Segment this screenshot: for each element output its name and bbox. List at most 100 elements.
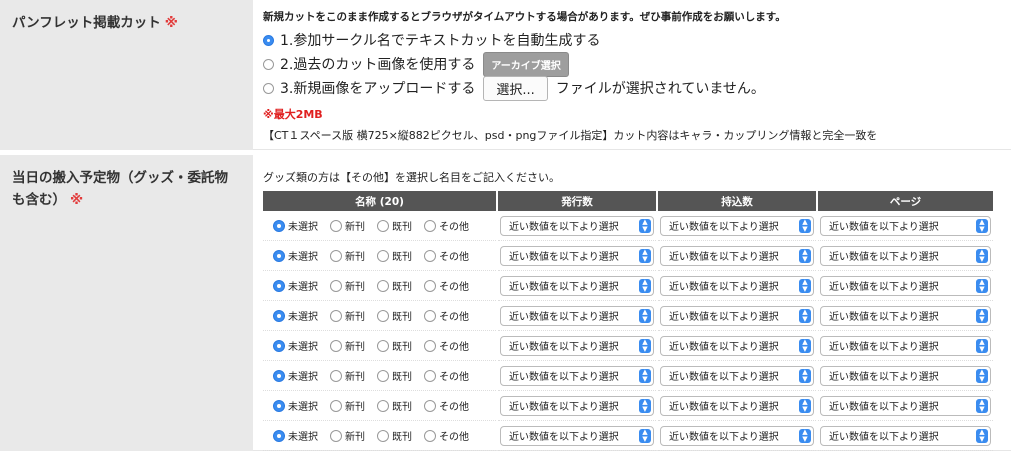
- goods-type-radio[interactable]: [330, 339, 342, 352]
- goods-type-radio[interactable]: [377, 219, 389, 232]
- goods-type-option[interactable]: 新刊: [330, 308, 365, 323]
- bring-count-select[interactable]: 近い数値を以下より選択 ▲ ▼: [660, 215, 814, 236]
- goods-type-option[interactable]: 未選択: [273, 308, 318, 323]
- goods-type-option[interactable]: 新刊: [330, 338, 365, 353]
- print-count-select[interactable]: 近い数値を以下より選択 ▲ ▼: [500, 365, 654, 386]
- archive-select-button[interactable]: アーカイブ選択: [483, 51, 569, 77]
- cut-option-1-radio[interactable]: [263, 34, 274, 46]
- cut-option-2[interactable]: 2.過去のカット画像を使用する アーカイブ選択: [263, 51, 997, 77]
- bring-count-select[interactable]: 近い数値を以下より選択 ▲ ▼: [660, 335, 814, 356]
- goods-type-option[interactable]: 未選択: [273, 248, 318, 263]
- goods-type-option[interactable]: 既刊: [377, 338, 412, 353]
- goods-type-option[interactable]: その他: [424, 338, 469, 353]
- pages-select[interactable]: 近い数値を以下より選択 ▲ ▼: [820, 395, 991, 416]
- print-count-select[interactable]: 近い数値を以下より選択 ▲ ▼: [500, 245, 654, 266]
- goods-type-option[interactable]: 既刊: [377, 248, 412, 263]
- print-count-select[interactable]: 近い数値を以下より選択 ▲ ▼: [500, 305, 654, 326]
- goods-type-radio[interactable]: [377, 309, 389, 322]
- goods-type-option[interactable]: 新刊: [330, 368, 365, 383]
- pages-select[interactable]: 近い数値を以下より選択 ▲ ▼: [820, 275, 991, 296]
- bring-count-select[interactable]: 近い数値を以下より選択 ▲ ▼: [660, 275, 814, 296]
- goods-type-radio[interactable]: [424, 369, 436, 382]
- goods-type-radio[interactable]: [424, 309, 436, 322]
- goods-type-radio[interactable]: [330, 429, 342, 442]
- goods-type-radio[interactable]: [273, 279, 285, 292]
- goods-type-option[interactable]: その他: [424, 218, 469, 233]
- file-select-button[interactable]: 選択...: [483, 75, 548, 101]
- pages-select[interactable]: 近い数値を以下より選択 ▲ ▼: [820, 305, 991, 326]
- goods-type-radio[interactable]: [273, 429, 285, 442]
- goods-type-option[interactable]: 未選択: [273, 398, 318, 413]
- goods-type-radio[interactable]: [330, 279, 342, 292]
- print-count-select[interactable]: 近い数値を以下より選択 ▲ ▼: [500, 275, 654, 296]
- bring-count-select[interactable]: 近い数値を以下より選択 ▲ ▼: [660, 305, 814, 326]
- goods-type-radio[interactable]: [330, 219, 342, 232]
- goods-type-option[interactable]: 既刊: [377, 368, 412, 383]
- goods-type-radio[interactable]: [273, 339, 285, 352]
- pages-select[interactable]: 近い数値を以下より選択 ▲ ▼: [820, 335, 991, 356]
- goods-type-option[interactable]: その他: [424, 398, 469, 413]
- goods-type-radio[interactable]: [330, 249, 342, 262]
- goods-type-option[interactable]: 未選択: [273, 278, 318, 293]
- bring-count-select[interactable]: 近い数値を以下より選択 ▲ ▼: [660, 365, 814, 386]
- cut-option-3-radio[interactable]: [263, 82, 274, 94]
- pages-select[interactable]: 近い数値を以下より選択 ▲ ▼: [820, 245, 991, 266]
- cut-option-1[interactable]: 1.参加サークル名でテキストカットを自動生成する: [263, 28, 997, 52]
- goods-type-option[interactable]: 新刊: [330, 398, 365, 413]
- select-arrows-icon: ▲ ▼: [976, 218, 988, 233]
- goods-type-option[interactable]: 未選択: [273, 218, 318, 233]
- goods-type-radio[interactable]: [377, 429, 389, 442]
- goods-type-option[interactable]: その他: [424, 278, 469, 293]
- goods-type-radio[interactable]: [424, 429, 436, 442]
- bring-count-select[interactable]: 近い数値を以下より選択 ▲ ▼: [660, 245, 814, 266]
- bring-count-select[interactable]: 近い数値を以下より選択 ▲ ▼: [660, 425, 814, 446]
- goods-type-radio[interactable]: [377, 279, 389, 292]
- goods-type-option[interactable]: その他: [424, 428, 469, 443]
- goods-type-radio[interactable]: [424, 279, 436, 292]
- goods-type-option[interactable]: 新刊: [330, 218, 365, 233]
- goods-type-radio[interactable]: [424, 339, 436, 352]
- goods-type-option[interactable]: 未選択: [273, 368, 318, 383]
- goods-type-radio[interactable]: [377, 399, 389, 412]
- pages-select[interactable]: 近い数値を以下より選択 ▲ ▼: [820, 365, 991, 386]
- goods-type-radio[interactable]: [330, 399, 342, 412]
- goods-type-radio[interactable]: [273, 369, 285, 382]
- print-count-select[interactable]: 近い数値を以下より選択 ▲ ▼: [500, 425, 654, 446]
- goods-type-radio[interactable]: [273, 249, 285, 262]
- goods-type-radio[interactable]: [424, 399, 436, 412]
- print-count-select[interactable]: 近い数値を以下より選択 ▲ ▼: [500, 335, 654, 356]
- print-count-cell: 近い数値を以下より選択 ▲ ▼: [498, 241, 656, 271]
- goods-type-option[interactable]: 新刊: [330, 428, 365, 443]
- cut-option-3[interactable]: 3.新規画像をアップロードする 選択... ファイルが選択されていません。: [263, 75, 997, 101]
- goods-type-radio[interactable]: [330, 369, 342, 382]
- goods-type-option[interactable]: 既刊: [377, 398, 412, 413]
- goods-type-option[interactable]: その他: [424, 368, 469, 383]
- print-count-select[interactable]: 近い数値を以下より選択 ▲ ▼: [500, 215, 654, 236]
- goods-type-radio[interactable]: [273, 219, 285, 232]
- goods-type-option[interactable]: 未選択: [273, 338, 318, 353]
- goods-type-option[interactable]: その他: [424, 248, 469, 263]
- goods-type-option[interactable]: 既刊: [377, 218, 412, 233]
- goods-type-label: 既刊: [392, 312, 412, 323]
- goods-type-radio[interactable]: [273, 309, 285, 322]
- goods-type-option[interactable]: 既刊: [377, 278, 412, 293]
- goods-type-option[interactable]: 新刊: [330, 248, 365, 263]
- goods-type-radio[interactable]: [377, 249, 389, 262]
- goods-type-radio[interactable]: [330, 309, 342, 322]
- goods-type-radio[interactable]: [424, 249, 436, 262]
- cut-label-text: パンフレット掲載カット: [12, 15, 161, 31]
- goods-type-radio[interactable]: [377, 339, 389, 352]
- pages-select[interactable]: 近い数値を以下より選択 ▲ ▼: [820, 425, 991, 446]
- goods-type-option[interactable]: 既刊: [377, 428, 412, 443]
- goods-type-radio[interactable]: [377, 369, 389, 382]
- goods-type-option[interactable]: 未選択: [273, 428, 318, 443]
- goods-type-option[interactable]: その他: [424, 308, 469, 323]
- goods-type-radio[interactable]: [273, 399, 285, 412]
- print-count-select[interactable]: 近い数値を以下より選択 ▲ ▼: [500, 395, 654, 416]
- goods-type-option[interactable]: 既刊: [377, 308, 412, 323]
- cut-option-2-radio[interactable]: [263, 58, 274, 70]
- goods-type-option[interactable]: 新刊: [330, 278, 365, 293]
- goods-type-radio[interactable]: [424, 219, 436, 232]
- pages-select[interactable]: 近い数値を以下より選択 ▲ ▼: [820, 215, 991, 236]
- bring-count-select[interactable]: 近い数値を以下より選択 ▲ ▼: [660, 395, 814, 416]
